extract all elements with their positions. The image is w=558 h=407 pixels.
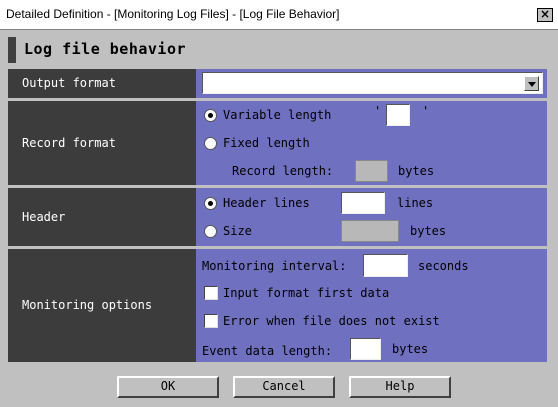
record-length-input[interactable]	[355, 160, 388, 182]
variable-length-radio[interactable]	[204, 109, 217, 122]
monitoring-interval-label: Monitoring interval:	[202, 259, 347, 273]
header-lines-input[interactable]	[341, 192, 385, 214]
quote-open: '	[374, 104, 382, 118]
delimiter-input[interactable]	[386, 104, 410, 126]
record-format-label-cell: Record format	[8, 101, 196, 185]
monitoring-interval-unit: seconds	[418, 259, 469, 273]
header-lines-label: Header lines	[223, 196, 310, 210]
variable-length-label: Variable length	[223, 108, 332, 122]
input-format-first-data-label: Input format first data	[223, 286, 390, 300]
quote-close: '	[422, 104, 430, 118]
fixed-length-label: Fixed length	[223, 136, 310, 150]
monitoring-options-label: Monitoring options	[22, 298, 153, 312]
record-length-label: Record length:	[232, 164, 334, 178]
close-button[interactable]: ×	[537, 8, 553, 22]
size-label: Size	[223, 224, 252, 238]
ok-button[interactable]: OK	[117, 376, 219, 398]
monitoring-interval-input[interactable]	[363, 254, 408, 277]
header-label-cell: Header	[8, 188, 196, 246]
title-bar: Detailed Definition - [Monitoring Log Fi…	[0, 0, 558, 30]
output-format-dropdown-button[interactable]	[524, 76, 539, 91]
event-data-length-label: Event data length:	[202, 344, 333, 358]
output-format-control-cell	[196, 69, 547, 98]
chevron-down-icon	[528, 82, 536, 87]
header-lines-unit: lines	[397, 196, 434, 210]
fixed-length-radio[interactable]	[204, 137, 217, 150]
cancel-button[interactable]: Cancel	[233, 376, 335, 398]
record-format-control-cell: Variable length ' ' Fixed length Record …	[196, 101, 547, 185]
close-icon: ×	[539, 7, 551, 21]
output-format-dropdown[interactable]	[202, 72, 543, 94]
window-title: Detailed Definition - [Monitoring Log Fi…	[6, 7, 340, 21]
size-radio[interactable]	[204, 225, 217, 238]
event-data-length-input[interactable]	[350, 338, 381, 360]
header-label: Header	[22, 210, 66, 224]
monitoring-options-control-cell: Monitoring interval: seconds Input forma…	[196, 249, 547, 362]
event-data-length-unit: bytes	[392, 342, 429, 356]
error-when-file-missing-label: Error when file does not exist	[223, 314, 440, 328]
section-marker	[8, 37, 16, 63]
monitoring-options-label-cell: Monitoring options	[8, 249, 196, 362]
output-format-label-cell: Output format	[8, 69, 196, 98]
size-input[interactable]	[341, 220, 399, 242]
error-when-file-missing-checkbox[interactable]	[204, 314, 218, 328]
output-format-label: Output format	[22, 76, 116, 90]
size-unit: bytes	[410, 224, 447, 238]
record-format-label: Record format	[22, 136, 116, 150]
help-button[interactable]: Help	[349, 376, 451, 398]
record-length-unit: bytes	[398, 164, 435, 178]
section-title: Log file behavior	[24, 40, 187, 58]
input-format-first-data-checkbox[interactable]	[204, 286, 218, 300]
header-lines-radio[interactable]	[204, 197, 217, 210]
header-control-cell: Header lines lines Size bytes	[196, 188, 547, 246]
